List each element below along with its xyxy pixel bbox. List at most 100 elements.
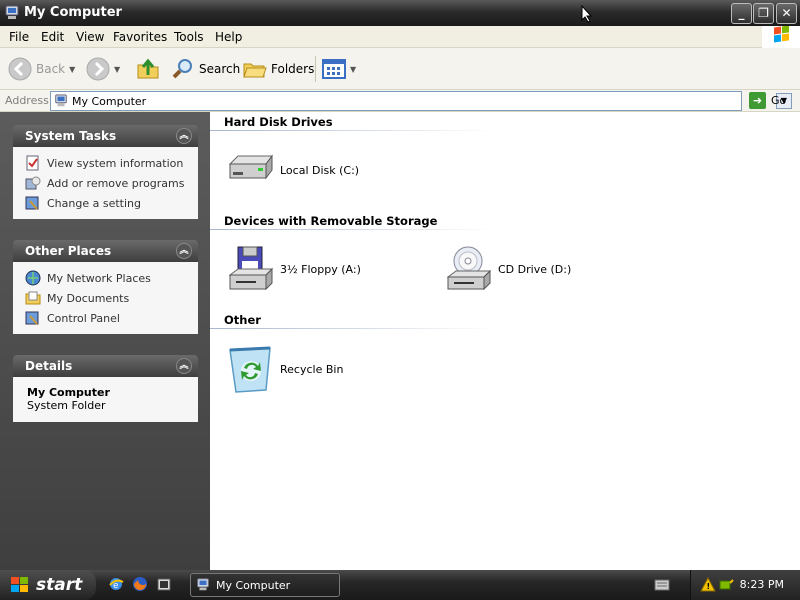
system-info-icon xyxy=(26,155,39,171)
taskbar-window-label: My Computer xyxy=(216,578,291,592)
views-icon xyxy=(322,59,346,79)
title-bar: My Computer _ ❐ ✕ xyxy=(0,0,800,26)
place-my-network-places[interactable]: My Network Places xyxy=(25,268,198,288)
forward-button[interactable]: ▼ xyxy=(86,55,120,83)
group-header-hard-disk-drives: Hard Disk Drives xyxy=(224,115,333,129)
firefox-quicklaunch-icon[interactable] xyxy=(132,576,148,592)
back-label: Back xyxy=(36,62,66,76)
start-button[interactable]: start xyxy=(0,570,96,600)
address-input[interactable]: My Computer ▼ xyxy=(50,91,792,111)
control-panel-icon xyxy=(25,311,39,325)
go-button[interactable]: ➜ Go xyxy=(749,92,786,109)
collapse-chevron-icon[interactable]: ︽ xyxy=(176,128,192,144)
address-label: Address xyxy=(5,94,49,107)
forward-arrow-icon xyxy=(86,57,110,81)
menu-favorites[interactable]: Favorites xyxy=(113,30,167,44)
taskbar: start e My Computer ! 8:23 PM xyxy=(0,570,800,600)
menu-edit[interactable]: Edit xyxy=(41,30,64,44)
task-view-system-info[interactable]: View system information xyxy=(25,153,198,173)
system-tasks-title: System Tasks xyxy=(25,129,117,143)
forward-dropdown-icon: ▼ xyxy=(114,64,121,74)
place-control-panel[interactable]: Control Panel xyxy=(25,308,198,328)
address-value: My Computer xyxy=(72,95,147,108)
other-places-header[interactable]: Other Places ︽ xyxy=(13,240,198,262)
window-title: My Computer xyxy=(24,5,122,20)
folders-button[interactable]: Folders xyxy=(243,55,314,83)
keyboard-icon[interactable] xyxy=(654,579,670,591)
drive-floppy-a[interactable]: 3½ Floppy (A:) xyxy=(226,245,361,293)
group-divider xyxy=(210,229,495,230)
recycle-bin[interactable]: Recycle Bin xyxy=(226,344,343,394)
svg-text:e: e xyxy=(113,581,119,591)
address-bar: Address My Computer ▼ ➜ Go xyxy=(0,90,800,112)
task-pane: System Tasks ︽ View system information A… xyxy=(0,112,210,570)
details-header[interactable]: Details ︽ xyxy=(13,355,198,377)
mouse-cursor-icon xyxy=(581,5,593,23)
collapse-chevron-icon[interactable]: ︽ xyxy=(176,243,192,259)
search-button[interactable]: Search xyxy=(171,55,240,83)
group-divider xyxy=(210,130,495,131)
task-add-remove-programs[interactable]: Add or remove programs xyxy=(25,173,198,193)
system-tasks-header[interactable]: System Tasks ︽ xyxy=(13,125,198,147)
ie-quicklaunch-icon[interactable]: e xyxy=(108,576,124,592)
other-places-panel: Other Places ︽ My Network Places My Docu… xyxy=(13,240,198,334)
recycle-bin-icon xyxy=(229,346,271,393)
details-item-type: System Folder xyxy=(27,399,106,412)
my-computer-icon xyxy=(197,578,209,591)
add-remove-programs-icon xyxy=(25,176,41,190)
menu-tools[interactable]: Tools xyxy=(174,30,204,44)
other-places-title: Other Places xyxy=(25,244,112,258)
up-folder-icon xyxy=(137,58,159,79)
network-places-icon xyxy=(25,270,41,286)
drive-local-disk-c[interactable]: Local Disk (C:) xyxy=(226,150,359,190)
media-quicklaunch-icon[interactable] xyxy=(156,576,172,592)
content-pane: Hard Disk Drives Local Disk (C:) Devices… xyxy=(210,112,800,570)
collapse-chevron-icon[interactable]: ︽ xyxy=(176,358,192,374)
close-button[interactable]: ✕ xyxy=(776,3,797,24)
back-dropdown-icon: ▼ xyxy=(69,64,76,74)
up-button[interactable] xyxy=(136,55,160,83)
details-title: Details xyxy=(25,359,73,373)
back-arrow-icon xyxy=(8,57,32,81)
toolbar: Back ▼ ▼ Search Folders ▼ xyxy=(0,48,800,90)
task-change-setting[interactable]: Change a setting xyxy=(25,193,198,213)
windows-logo-icon xyxy=(762,25,800,48)
system-tasks-panel: System Tasks ︽ View system information A… xyxy=(13,125,198,219)
drive-label: Local Disk (C:) xyxy=(280,163,360,177)
my-computer-icon xyxy=(5,5,19,19)
recycle-bin-label: Recycle Bin xyxy=(280,362,344,376)
place-my-documents[interactable]: My Documents xyxy=(25,288,198,308)
details-item-name: My Computer xyxy=(27,386,110,399)
search-label: Search xyxy=(199,62,241,76)
group-header-other: Other xyxy=(224,313,261,327)
group-divider xyxy=(210,328,495,329)
control-panel-icon xyxy=(25,196,39,210)
folders-label: Folders xyxy=(271,62,315,76)
views-dropdown-icon: ▼ xyxy=(350,64,357,74)
go-arrow-icon: ➜ xyxy=(749,92,766,109)
menu-bar: File Edit View Favorites Tools Help xyxy=(0,25,800,48)
menu-help[interactable]: Help xyxy=(215,30,242,44)
menu-view[interactable]: View xyxy=(76,30,104,44)
details-panel: Details ︽ My Computer System Folder xyxy=(13,355,198,422)
views-button[interactable]: ▼ xyxy=(322,55,356,83)
network-tray-icon[interactable] xyxy=(718,577,734,593)
start-label: start xyxy=(36,575,83,595)
system-tray: ! 8:23 PM xyxy=(690,570,800,600)
minimize-button[interactable]: _ xyxy=(731,3,752,24)
group-header-removable-storage: Devices with Removable Storage xyxy=(224,214,438,228)
floppy-drive-icon xyxy=(228,246,274,291)
windows-flag-icon xyxy=(11,577,28,592)
maximize-button[interactable]: ❐ xyxy=(753,3,774,24)
security-alert-icon[interactable]: ! xyxy=(700,577,716,593)
menu-file[interactable]: File xyxy=(9,30,29,44)
back-button[interactable]: Back ▼ xyxy=(8,55,75,83)
svg-text:!: ! xyxy=(707,582,711,591)
cd-drive-icon xyxy=(446,246,492,291)
folders-icon xyxy=(243,63,267,78)
hard-disk-icon xyxy=(228,154,273,180)
taskbar-window-my-computer[interactable]: My Computer xyxy=(190,573,340,597)
drive-label: CD Drive (D:) xyxy=(498,262,572,276)
drive-cd-d[interactable]: CD Drive (D:) xyxy=(444,245,571,293)
clock[interactable]: 8:23 PM xyxy=(740,578,784,591)
